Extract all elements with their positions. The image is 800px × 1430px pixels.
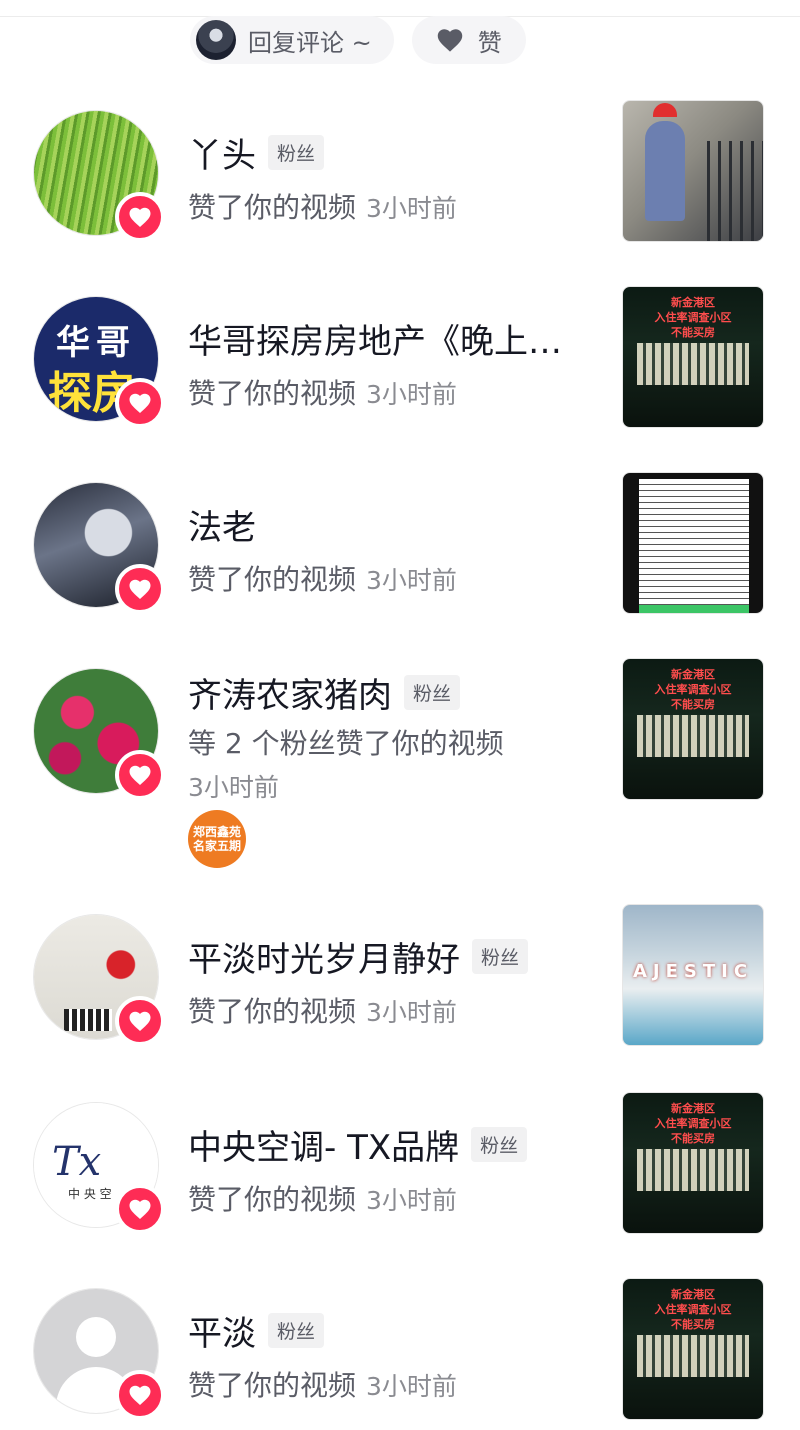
notification-text: 赞了你的视频 3小时前 <box>188 1364 457 1404</box>
user-name[interactable]: 齐涛农家猪肉 <box>188 668 392 717</box>
heart-icon <box>129 765 151 785</box>
action-text: 赞了你的视频 <box>188 191 357 224</box>
other-fan-avatar[interactable]: 郑西鑫苑 名家五期 <box>188 810 246 868</box>
like-label: 赞 <box>477 28 502 57</box>
like-badge <box>115 192 165 242</box>
like-badge <box>115 378 165 428</box>
like-badge <box>115 1184 165 1234</box>
action-text: 赞了你的视频 <box>188 563 357 596</box>
list-item[interactable]: 法老 赞了你的视频 3小时前 <box>0 472 800 624</box>
user-name[interactable]: 华哥探房房地产《晚上… <box>188 314 562 363</box>
like-badge <box>115 750 165 800</box>
action-text: 赞了你的视频 <box>188 377 357 410</box>
thumbnail-caption: 新金港区 入住率调查小区 不能买房 <box>654 668 732 711</box>
user-name[interactable]: 丫头 <box>188 128 256 177</box>
action-text: 赞了你的视频 <box>188 1369 357 1402</box>
video-thumbnail[interactable]: 新金港区 入住率调查小区 不能买房 <box>622 286 764 428</box>
timestamp: 3小时前 <box>188 773 279 802</box>
list-item[interactable]: 华哥 探房 华哥探房房地产《晚上… 赞了你的视频 3小时前 新金港区 入住率调查小… <box>0 286 800 438</box>
heart-icon <box>437 29 462 52</box>
like-badge <box>115 996 165 1046</box>
avatar[interactable] <box>33 482 165 614</box>
user-name[interactable]: 法老 <box>188 500 256 549</box>
heart-icon <box>129 1385 151 1405</box>
notification-text: 赞了你的视频 3小时前 <box>188 186 457 226</box>
fan-tag: 粉丝 <box>471 1127 528 1162</box>
heart-icon <box>129 1011 151 1031</box>
video-thumbnail[interactable] <box>622 472 764 614</box>
thumbnail-caption: 新金港区 入住率调查小区 不能买房 <box>654 1102 732 1145</box>
timestamp: 3小时前 <box>366 380 457 409</box>
timestamp: 3小时前 <box>366 1372 457 1401</box>
avatar[interactable] <box>33 1288 165 1420</box>
avatar[interactable] <box>33 914 165 1046</box>
timestamp: 3小时前 <box>366 998 457 1027</box>
list-item[interactable]: 平淡 粉丝 赞了你的视频 3小时前 新金港区 入住率调查小区 不能买房 <box>0 1278 800 1430</box>
reply-comment-label: 回复评论 ~ <box>248 28 372 57</box>
notification-text: 赞了你的视频 3小时前 <box>188 372 457 412</box>
fan-tag: 粉丝 <box>268 1313 325 1348</box>
timestamp: 3小时前 <box>366 1186 457 1215</box>
thumbnail-caption: AJESTIC <box>632 961 754 982</box>
avatar[interactable]: Tx 中 央 空 <box>33 1102 165 1234</box>
reply-comment-button[interactable]: 回复评论 ~ <box>190 16 394 64</box>
notification-text: 赞了你的视频 3小时前 <box>188 990 457 1030</box>
avatar[interactable] <box>33 668 165 800</box>
thumbnail-caption: 新金港区 入住率调查小区 不能买房 <box>654 296 732 339</box>
fan-tag: 粉丝 <box>404 675 461 710</box>
avatar[interactable]: 华哥 探房 <box>33 296 165 428</box>
list-item[interactable]: 平淡时光岁月静好 粉丝 赞了你的视频 3小时前 AJESTIC <box>0 904 800 1056</box>
video-thumbnail[interactable]: 新金港区 入住率调查小区 不能买房 <box>622 658 764 800</box>
avatar-text: Tx <box>52 1139 102 1185</box>
timestamp: 3小时前 <box>366 194 457 223</box>
video-thumbnail[interactable]: 新金港区 入住率调查小区 不能买房 <box>622 1092 764 1234</box>
heart-icon <box>129 1199 151 1219</box>
action-text: 赞了你的视频 <box>188 1183 357 1216</box>
like-badge <box>115 1370 165 1420</box>
user-name[interactable]: 平淡时光岁月静好 <box>188 932 460 981</box>
heart-icon <box>129 207 151 227</box>
notification-text: 赞了你的视频 3小时前 <box>188 558 457 598</box>
comment-actions: 回复评论 ~ 赞 <box>190 16 526 64</box>
avatar[interactable] <box>33 110 165 242</box>
fan-tag: 粉丝 <box>472 939 529 974</box>
list-item[interactable]: 齐涛农家猪肉 粉丝 等 2 个粉丝赞了你的视频 3小时前 郑西鑫苑 名家五期 新… <box>0 658 800 868</box>
user-avatar <box>196 20 236 60</box>
like-badge <box>115 564 165 614</box>
notification-text: 赞了你的视频 3小时前 <box>188 1178 457 1218</box>
video-thumbnail[interactable]: 新金港区 入住率调查小区 不能买房 <box>622 1278 764 1420</box>
thumbnail-caption: 新金港区 入住率调查小区 不能买房 <box>654 1288 732 1331</box>
list-item[interactable]: Tx 中 央 空 中央空调- TX品牌 粉丝 赞了你的视频 3小时前 新金港区 入… <box>0 1092 800 1244</box>
heart-icon <box>129 393 151 413</box>
fan-tag: 粉丝 <box>268 135 325 170</box>
list-item[interactable]: 丫头 粉丝 赞了你的视频 3小时前 <box>0 100 800 252</box>
action-text: 等 2 个粉丝赞了你的视频 <box>188 727 504 760</box>
avatar-text: 中 央 空 <box>68 1187 112 1201</box>
user-name[interactable]: 中央空调- TX品牌 <box>188 1120 459 1169</box>
timestamp: 3小时前 <box>366 566 457 595</box>
video-thumbnail[interactable] <box>622 100 764 242</box>
action-text: 赞了你的视频 <box>188 995 357 1028</box>
heart-icon <box>129 579 151 599</box>
video-thumbnail[interactable]: AJESTIC <box>622 904 764 1046</box>
like-button[interactable]: 赞 <box>411 16 526 64</box>
user-name[interactable]: 平淡 <box>188 1306 256 1355</box>
